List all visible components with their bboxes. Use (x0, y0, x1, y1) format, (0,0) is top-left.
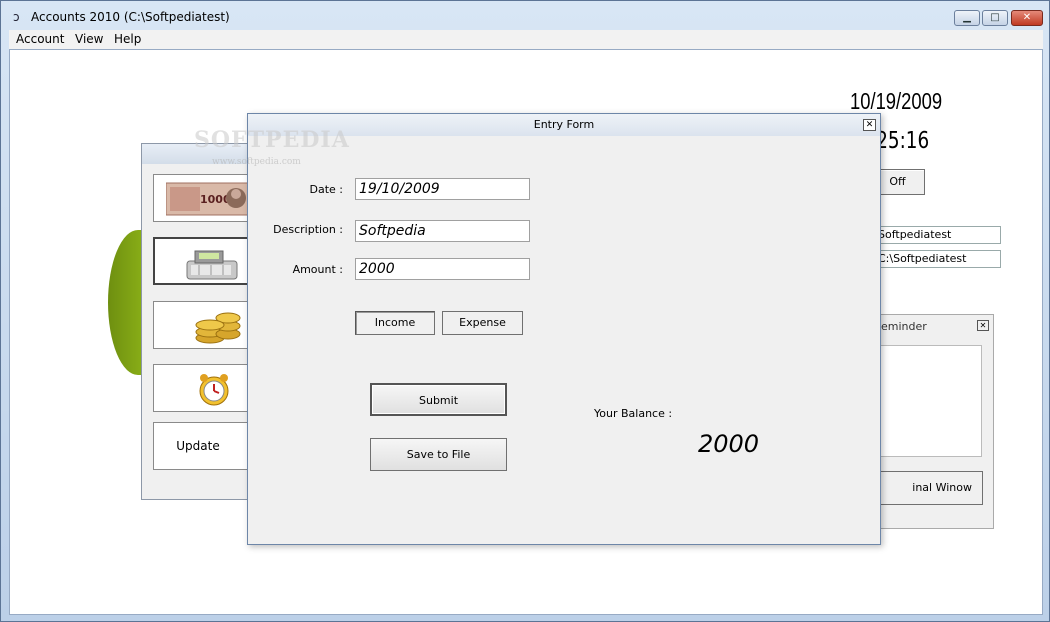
maximize-button[interactable]: □ (982, 10, 1008, 26)
cash-register-icon (186, 250, 238, 280)
watermark-logo: SOFTPEDIA (194, 127, 350, 153)
description-label: Description : (273, 223, 343, 236)
menu-bar: Account View Help (9, 30, 1043, 49)
entry-form-close-icon[interactable]: ✕ (863, 119, 876, 131)
description-input[interactable]: Softpedia (355, 220, 530, 242)
menu-help[interactable]: Help (114, 32, 141, 46)
update-button[interactable]: Update (153, 422, 253, 470)
update-label: Update (176, 439, 220, 453)
coins-icon (195, 312, 241, 344)
amount-label: Amount : (292, 263, 343, 276)
banknote-button[interactable]: 1000 (153, 174, 253, 222)
minimize-button[interactable]: ▁ (954, 10, 980, 26)
reminder-title: eminder (881, 320, 927, 333)
side-panel: 1000 Update (141, 143, 253, 500)
menu-view[interactable]: View (75, 32, 103, 46)
expense-button[interactable]: Expense (442, 311, 523, 335)
title-bar[interactable]: ↄ Accounts 2010 (C:\Softpediatest) ▁ □ ✕ (1, 1, 1049, 31)
watermark-url: www.softpedia.com (212, 157, 301, 167)
coins-button[interactable] (153, 301, 253, 349)
income-button[interactable]: Income (355, 311, 435, 335)
cash-register-button[interactable] (153, 237, 253, 285)
reminder-close-icon[interactable]: ✕ (977, 320, 989, 331)
alarm-button[interactable] (153, 364, 253, 412)
save-to-file-button[interactable]: Save to File (370, 438, 507, 471)
balance-value: 2000 (698, 430, 760, 458)
reminder-textarea[interactable] (875, 345, 982, 457)
app-icon: ↄ (13, 10, 20, 24)
path-field-name[interactable]: Softpediatest (872, 226, 1001, 244)
reminder-window: eminder ✕ inal Winow (872, 314, 994, 529)
clock-date: 10/19/2009 (850, 88, 943, 114)
close-button[interactable]: ✕ (1011, 10, 1043, 26)
date-input[interactable]: 19/10/2009 (355, 178, 530, 200)
path-field-full[interactable]: C:\Softpediatest (872, 250, 1001, 268)
balance-label: Your Balance : (594, 407, 673, 420)
date-label: Date : (309, 183, 344, 196)
original-window-button[interactable]: inal Winow (875, 471, 983, 505)
submit-button[interactable]: Submit (370, 383, 507, 416)
window-title: Accounts 2010 (C:\Softpediatest) (31, 10, 230, 24)
entry-form-dialog: Entry Form ✕ Date : 19/10/2009 Descripti… (247, 113, 881, 545)
banknote-icon: 1000 (166, 182, 250, 216)
amount-input[interactable]: 2000 (355, 258, 530, 280)
menu-account[interactable]: Account (16, 32, 64, 46)
alarm-clock-icon (199, 374, 229, 406)
